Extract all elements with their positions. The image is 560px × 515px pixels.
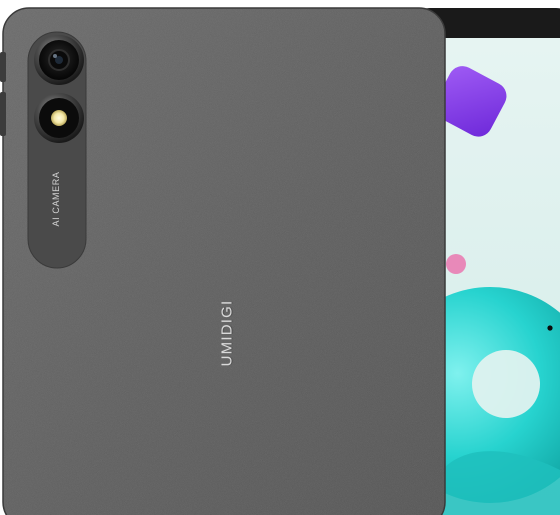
camera-label: AI CAMERA bbox=[51, 171, 61, 227]
tablet-illustration bbox=[0, 7, 560, 515]
back-tablet bbox=[0, 7, 446, 515]
pink-dot bbox=[446, 254, 466, 274]
front-camera-icon bbox=[547, 325, 553, 331]
product-photo: AI CAMERA UMIDIGI bbox=[0, 0, 560, 515]
side-button-icon bbox=[0, 52, 6, 82]
brand-logo: UMIDIGI bbox=[218, 299, 236, 367]
cyan-shape-highlight bbox=[472, 350, 540, 418]
volume-button-icon bbox=[0, 92, 6, 136]
flash-icon bbox=[34, 93, 84, 143]
main-lens-icon bbox=[34, 35, 84, 85]
